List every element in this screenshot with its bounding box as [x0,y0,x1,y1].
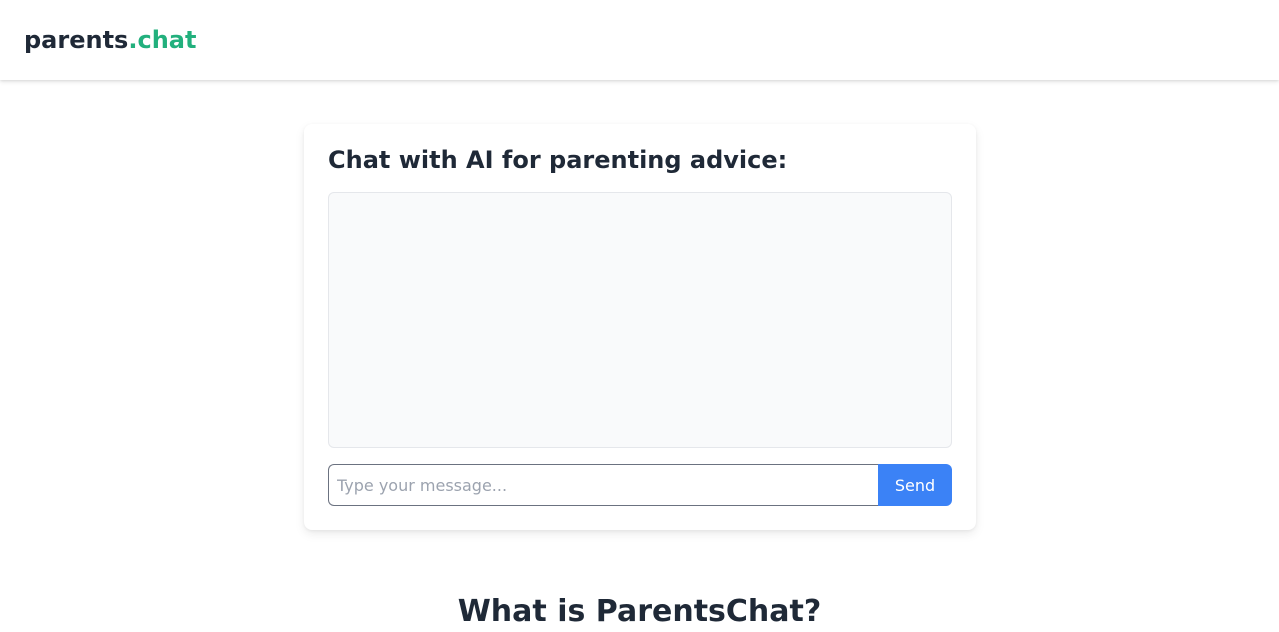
logo-text-main: parents [24,26,129,54]
chat-messages-area[interactable] [328,192,952,448]
chat-input-row: Send [328,464,952,506]
site-header: parents.chat [0,0,1279,80]
logo-text-accent: .chat [128,26,197,54]
about-title: What is ParentsChat? [457,594,822,629]
site-logo[interactable]: parents.chat [24,28,196,52]
chat-card: Chat with AI for parenting advice: Send [304,124,976,530]
chat-title: Chat with AI for parenting advice: [328,146,788,174]
send-button[interactable]: Send [878,464,952,506]
message-input[interactable] [328,464,878,506]
